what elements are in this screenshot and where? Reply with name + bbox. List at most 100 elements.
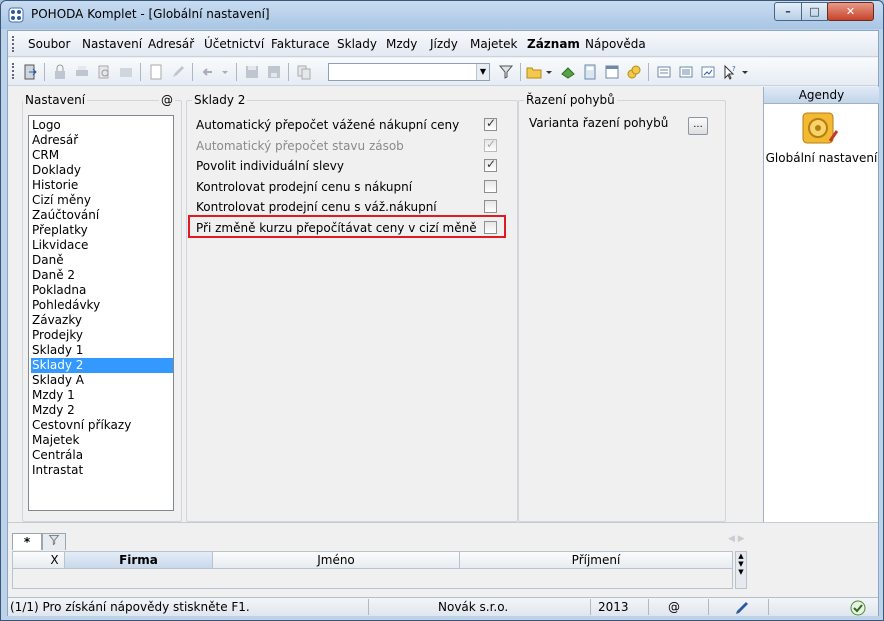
menu-fakturace[interactable]: Fakturace	[271, 37, 330, 51]
list-item[interactable]: Přeplatky	[31, 223, 173, 238]
list-item[interactable]: Centrála	[31, 448, 173, 463]
print-icon[interactable]	[74, 64, 90, 80]
option-label: Kontrolovat prodejní cenu s nákupní	[196, 179, 413, 194]
grid-col-prijmeni[interactable]: Příjmení	[460, 552, 732, 568]
option-checkbox[interactable]	[484, 116, 497, 131]
folder-icon[interactable]	[526, 64, 542, 80]
calendar-icon[interactable]	[604, 64, 620, 80]
list-item[interactable]: Sklady 2	[31, 358, 173, 373]
title-bar[interactable]: POHODA Komplet - [Globální nastavení] – …	[1, 1, 883, 29]
list-item[interactable]: Zaúčtování	[31, 208, 173, 223]
grid-body[interactable]	[12, 569, 733, 589]
toolbar-grip-handle[interactable]	[12, 63, 15, 79]
list-item[interactable]: Intrastat	[31, 463, 173, 478]
menu-soubor[interactable]: Soubor	[28, 37, 70, 51]
list-item[interactable]: Sklady A	[31, 373, 173, 388]
svg-text:?: ?	[732, 65, 736, 73]
grid-col-firma[interactable]: Firma	[65, 552, 213, 568]
pay-money-icon[interactable]	[560, 64, 576, 80]
menu-majetek[interactable]: Majetek	[470, 37, 517, 51]
list-icon[interactable]	[678, 64, 694, 80]
back-dropdown-icon[interactable]	[220, 64, 230, 80]
tab-filter[interactable]	[42, 533, 66, 550]
copy-icon[interactable]	[296, 64, 312, 80]
razeni-group-box	[518, 100, 726, 522]
chevron-down-icon[interactable]: ▼	[476, 64, 489, 80]
list-item[interactable]: Mzdy 2	[31, 403, 173, 418]
toolbar-combo[interactable]: ▼	[328, 63, 490, 81]
pen-check-icon[interactable]	[734, 600, 750, 616]
option-checkbox[interactable]	[484, 200, 497, 214]
exit-door-icon[interactable]	[22, 64, 38, 80]
help-dropdown-icon[interactable]	[740, 64, 750, 80]
folder-dropdown-icon[interactable]	[544, 64, 554, 80]
option-checkbox[interactable]	[484, 179, 497, 193]
list-item[interactable]: Pokladna	[31, 283, 173, 298]
print-preview-icon[interactable]	[96, 64, 112, 80]
pohoda-app-icon	[8, 7, 24, 23]
razeni-browse-button[interactable]: ...	[688, 117, 708, 135]
toolbar-separator	[236, 63, 237, 81]
toolbar-separator	[520, 63, 521, 81]
grid-scrollbar[interactable]: ▲ ▼ ▼	[735, 551, 747, 589]
list-item[interactable]: Historie	[31, 178, 173, 193]
tab-scroll-arrows-icon[interactable]: ◀ ▶	[728, 534, 745, 544]
agendy-item-label[interactable]: Globální nastavení	[764, 151, 879, 165]
tab-new-record[interactable]: *	[12, 533, 42, 550]
save-icon[interactable]	[244, 64, 260, 80]
menu-sklady[interactable]: Sklady	[337, 37, 377, 51]
option-row: Automatický přepočet stavu zásob	[194, 136, 504, 156]
list-item[interactable]: Cestovní příkazy	[31, 418, 173, 433]
menu-ucetnictvi[interactable]: Účetnictví	[204, 37, 264, 51]
option-label: Automatický přepočet vážené nákupní ceny	[196, 118, 460, 132]
grid-col-x[interactable]: X	[45, 552, 65, 568]
list-item[interactable]: Doklady	[31, 163, 173, 178]
list-item[interactable]: Cizí měny	[31, 193, 173, 208]
agendy-header: Agendy	[764, 87, 879, 104]
lock-icon[interactable]	[52, 64, 68, 80]
toolbar: ▼ ?	[8, 58, 878, 86]
list-item[interactable]: Daně 2	[31, 268, 173, 283]
new-record-icon[interactable]	[148, 64, 164, 80]
calculator-icon[interactable]	[582, 64, 598, 80]
nastaveni-list[interactable]: Logo Adresář CRM Doklady Historie Cizí měny Za…	[28, 115, 174, 511]
list-item[interactable]: Prodejky	[31, 328, 173, 343]
menu-grip-handle[interactable]	[12, 36, 15, 52]
option-label: Automatický přepočet stavu zásob	[196, 138, 404, 153]
report-icon[interactable]	[700, 64, 716, 80]
list-item[interactable]: Adresář	[31, 133, 173, 148]
list-item[interactable]: Daně	[31, 253, 173, 268]
send-icon[interactable]	[118, 64, 134, 80]
grid-header: X Firma Jméno Příjmení	[12, 551, 733, 569]
edit-record-icon[interactable]	[170, 64, 186, 80]
list-item[interactable]: Pohledávky	[31, 298, 173, 313]
save-all-icon[interactable]	[266, 64, 282, 80]
note-icon[interactable]	[656, 64, 672, 80]
option-checkbox[interactable]	[484, 157, 497, 173]
grid-col-jmeno[interactable]: Jméno	[213, 552, 460, 568]
list-item[interactable]: CRM	[31, 148, 173, 163]
list-item[interactable]: Sklady 1	[31, 343, 173, 358]
global-settings-gear-icon[interactable]	[801, 111, 839, 145]
menu-nastaveni[interactable]: Nastavení	[82, 37, 142, 51]
filter-icon[interactable]	[498, 64, 514, 80]
list-item[interactable]: Likvidace	[31, 238, 173, 253]
menu-mzdy[interactable]: Mzdy	[386, 37, 417, 51]
coins-icon[interactable]	[626, 64, 642, 80]
ok-check-icon[interactable]	[850, 600, 866, 616]
menu-adresar[interactable]: Adresář	[148, 37, 194, 51]
close-button[interactable]: ✕	[827, 2, 874, 21]
list-item[interactable]: Logo	[31, 118, 173, 133]
list-item[interactable]: Majetek	[31, 433, 173, 448]
list-item[interactable]: Závazky	[31, 313, 173, 328]
back-arrow-icon[interactable]	[200, 64, 216, 80]
toolbar-separator	[192, 63, 193, 81]
menu-zaznam[interactable]: Záznam	[527, 37, 580, 51]
app-window: POHODA Komplet - [Globální nastavení] – …	[0, 0, 884, 621]
help-pointer-icon[interactable]: ?	[722, 64, 738, 80]
menu-jizdy[interactable]: Jízdy	[430, 37, 458, 51]
menu-napoveda[interactable]: Nápověda	[585, 37, 646, 51]
minimize-button[interactable]: –	[774, 2, 802, 21]
list-item[interactable]: Mzdy 1	[31, 388, 173, 403]
maximize-button[interactable]: □	[801, 2, 828, 21]
